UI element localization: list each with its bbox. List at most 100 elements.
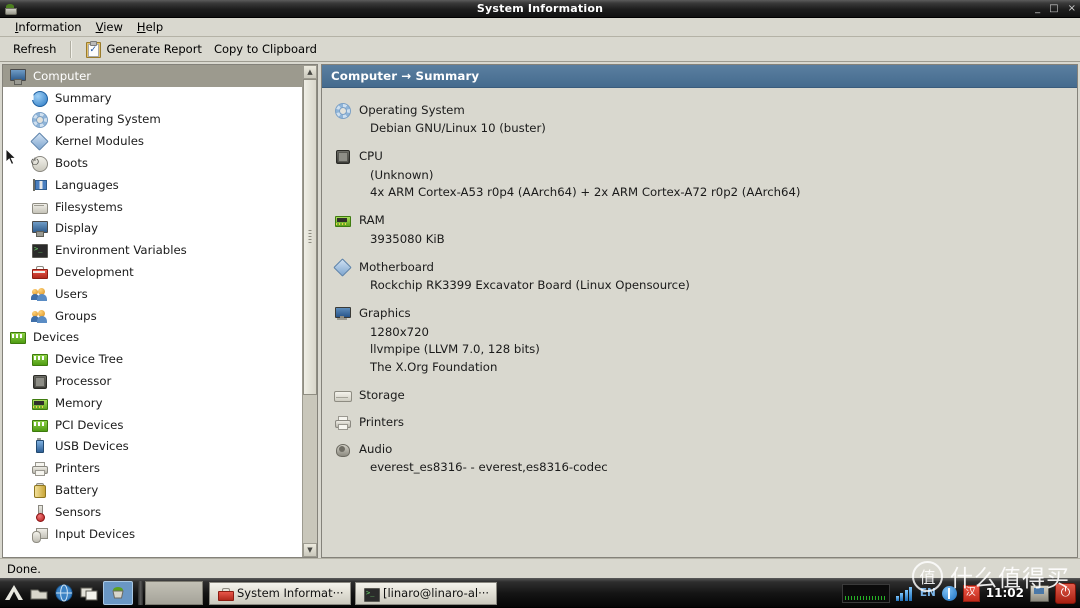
scroll-thumb[interactable]: [303, 79, 317, 395]
sidebar-item-label: Processor: [55, 374, 112, 389]
sidebar-item-devices[interactable]: Devices: [3, 327, 302, 349]
sidebar-item-operating-system[interactable]: Operating System: [3, 109, 302, 131]
scroll-up-arrow[interactable]: ▲: [303, 65, 317, 79]
menu-help[interactable]: Help: [130, 19, 170, 35]
summary-section-values: Rockchip RK3399 Excavator Board (Linux O…: [334, 277, 1077, 295]
sidebar-item-label: Sensors: [55, 504, 102, 519]
navigation-tree[interactable]: Computer i Summary Operating System Kernel M…: [3, 65, 302, 557]
sidebar-item-pci-devices[interactable]: PCI Devices: [3, 414, 302, 436]
summary-value: Debian GNU/Linux 10 (buster): [370, 121, 546, 135]
menu-information[interactable]: Information: [8, 19, 89, 35]
thermometer-icon: [31, 504, 48, 522]
sidebar-item-kernel-modules[interactable]: Kernel Modules: [3, 130, 302, 152]
sidebar-item-memory[interactable]: Memory: [3, 392, 302, 414]
sidebar-item-environment-variables[interactable]: >_ Environment Variables: [3, 239, 302, 261]
breadcrumb: Computer → Summary: [322, 65, 1077, 88]
summary-section: Audio everest_es8316- - everest,es8316-co…: [334, 440, 1077, 477]
sidebar-item-computer[interactable]: Computer: [3, 65, 302, 87]
menu-view[interactable]: View: [89, 19, 130, 35]
network-monitor-graph[interactable]: [841, 583, 890, 603]
sidebar: Computer i Summary Operating System Kernel M…: [2, 64, 318, 558]
web-browser-icon[interactable]: [53, 582, 75, 604]
sidebar-item-battery[interactable]: Battery: [3, 479, 302, 501]
sidebar-item-display[interactable]: Display: [3, 218, 302, 240]
system-information-launcher-icon[interactable]: [103, 581, 133, 605]
summary-value: llvmpipe (LLVM 7.0, 128 bits): [370, 342, 540, 356]
close-button[interactable]: ×: [1068, 0, 1076, 18]
menu-launcher-icon[interactable]: [3, 582, 25, 604]
window-list-icon[interactable]: [78, 582, 100, 604]
sidebar-item-label: Devices: [33, 330, 80, 345]
input-devices-icon: [31, 526, 48, 543]
summary-section-values: 1280x720 llvmpipe (LLVM 7.0, 128 bits) The…: [334, 324, 1077, 377]
scroll-track[interactable]: [303, 79, 317, 543]
taskbar-window-button[interactable]: System Informat···: [209, 581, 351, 605]
menu-bar: Information View Help: [0, 18, 1080, 37]
clock[interactable]: 11:02: [986, 586, 1024, 600]
summary-section-header: Storage: [334, 386, 1077, 403]
signal-bars-icon[interactable]: [895, 585, 914, 601]
sidebar-item-label: Languages: [55, 177, 119, 192]
taskbar-window-label: [linaro@linaro-al···: [383, 586, 490, 600]
sidebar-item-label: Summary: [55, 90, 112, 105]
taskbar-pager[interactable]: [145, 581, 203, 605]
minimize-button[interactable]: _: [1035, 0, 1040, 18]
sidebar-item-processor[interactable]: Processor: [3, 370, 302, 392]
sidebar-item-label: Filesystems: [55, 199, 123, 214]
sidebar-item-boots[interactable]: ⏻ Boots: [3, 152, 302, 174]
refresh-button[interactable]: Refresh: [8, 40, 61, 58]
summary-value: The X.Org Foundation: [370, 359, 498, 374]
chinese-ime-icon[interactable]: [962, 584, 980, 602]
audio-speaker-icon: [334, 441, 351, 457]
summary-value: (Unknown): [370, 167, 434, 182]
toolbar-separator: [70, 40, 73, 58]
clipboard-icon: ✓: [86, 41, 102, 58]
copy-to-clipboard-button[interactable]: Copy to Clipboard: [209, 40, 322, 58]
summary-section: Printers: [334, 413, 1077, 430]
file-manager-icon[interactable]: [28, 582, 50, 604]
input-method-indicator[interactable]: EN: [920, 587, 936, 599]
taskbar-window-button[interactable]: >_ [linaro@linaro-al···: [355, 581, 497, 605]
system-tray: EN 11:02: [841, 579, 1080, 608]
maximize-button[interactable]: □: [1049, 0, 1058, 18]
sidebar-item-groups[interactable]: Groups: [3, 305, 302, 327]
sidebar-item-label: Kernel Modules: [55, 134, 145, 149]
memory-icon: [334, 212, 351, 228]
sidebar-item-filesystems[interactable]: Filesystems: [3, 196, 302, 218]
summary-value: 3935080 KiB: [370, 231, 445, 246]
sidebar-item-development[interactable]: Development: [3, 261, 302, 283]
display-monitor-icon: [31, 220, 48, 238]
sidebar-item-label: Device Tree: [55, 352, 124, 367]
title-bar[interactable]: System Information _ □ ×: [0, 0, 1080, 18]
display-settings-icon[interactable]: [1030, 584, 1049, 602]
generate-report-button[interactable]: ✓ Generate Report: [81, 39, 207, 59]
power-button-icon[interactable]: [1055, 582, 1076, 604]
gear-icon: [31, 111, 48, 129]
summary-section-header: RAM: [334, 212, 1077, 229]
summary-section-title: Operating System: [359, 102, 465, 117]
sidebar-item-languages[interactable]: Languages: [3, 174, 302, 196]
sidebar-scrollbar[interactable]: ▲ ▼: [302, 65, 317, 557]
sidebar-item-sensors[interactable]: Sensors: [3, 501, 302, 523]
sidebar-item-usb-devices[interactable]: USB Devices: [3, 436, 302, 458]
sidebar-item-label: Users: [55, 286, 88, 301]
sidebar-item-printers[interactable]: Printers: [3, 457, 302, 479]
scroll-down-arrow[interactable]: ▼: [303, 543, 317, 557]
chip-icon: [31, 351, 48, 367]
disk-icon: [31, 199, 48, 215]
sidebar-item-device-tree[interactable]: Device Tree: [3, 348, 302, 370]
summary-section-header: Printers: [334, 413, 1077, 430]
usb-icon: [31, 438, 48, 454]
sidebar-item-summary[interactable]: i Summary: [3, 87, 302, 109]
summary-section: RAM 3935080 KiB: [334, 212, 1077, 249]
computer-monitor-icon: [9, 68, 26, 85]
summary-list: Operating System Debian GNU/Linux 10 (bus…: [322, 88, 1077, 557]
summary-section-header: Operating System: [334, 101, 1077, 119]
sidebar-item-input-devices[interactable]: Input Devices: [3, 523, 302, 545]
sidebar-item-users[interactable]: Users: [3, 283, 302, 305]
detail-panel: Computer → Summary Operating System Debia…: [321, 64, 1078, 558]
summary-value: everest_es8316- - everest,es8316-codec: [370, 460, 608, 474]
bluetooth-icon[interactable]: [941, 585, 957, 601]
sidebar-item-label: PCI Devices: [55, 417, 124, 432]
battery-icon: [31, 482, 48, 499]
